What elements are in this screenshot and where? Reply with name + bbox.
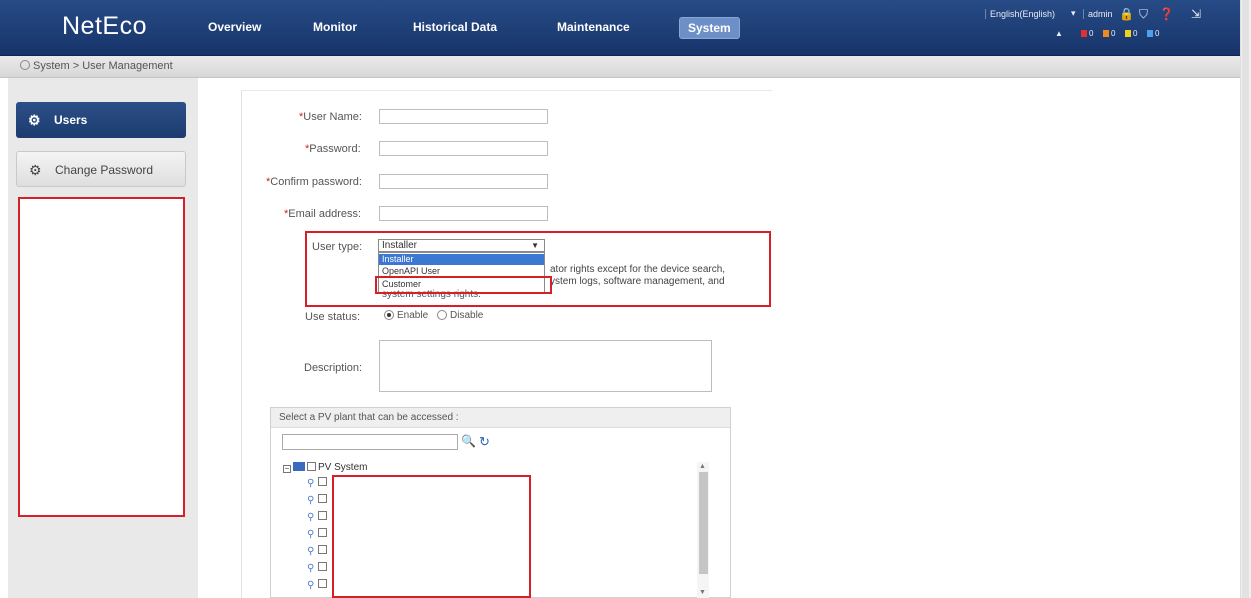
checkbox-icon[interactable] [318,511,327,520]
help-icon[interactable]: ❓ [1159,7,1174,21]
page-scroll-thumb[interactable] [1242,0,1249,598]
nav-overview[interactable]: Overview [208,20,261,34]
pv-plant-selector-header: Select a PV plant that can be accessed : [271,408,730,428]
neteco-logo: NetEco [62,12,147,40]
scroll-up-icon[interactable]: ▲ [699,463,706,470]
nav-monitor[interactable]: Monitor [313,20,357,34]
description-label: Description: [304,362,363,374]
search-icon[interactable]: 🔍 [461,434,476,448]
use-status-label: Use status: [305,311,361,323]
tree-node-plant[interactable]: ⚲ [307,562,329,574]
description-textarea[interactable] [379,340,712,392]
confirm-password-input[interactable] [379,174,548,189]
scroll-down-icon[interactable]: ▼ [699,589,706,596]
plant-icon: ⚲ [307,580,315,591]
sidebar-item-change-password[interactable]: ⚙ Change Password [16,151,186,187]
refresh-icon[interactable]: ↻ [479,434,490,450]
nav-maintenance[interactable]: Maintenance [557,20,630,34]
alarm-minor[interactable]: 0 [1125,29,1137,38]
breadcrumb: System > User Management [20,60,173,72]
home-icon [20,60,30,70]
critical-alarm-icon [1081,30,1087,38]
tree-node-plant[interactable]: ⚲ [307,545,329,557]
checkbox-icon[interactable] [318,494,327,503]
radio-off-icon [437,310,447,320]
plant-icon: ⚲ [307,495,315,506]
current-user[interactable]: admin [1083,9,1113,19]
status-enable-radio[interactable]: Enable [384,310,428,321]
checkbox-icon[interactable] [318,528,327,537]
folder-icon [293,462,305,471]
sidebar-item-label: Users [54,113,88,127]
confirm-password-label: *Confirm password: [266,176,362,188]
checkbox-icon[interactable] [318,579,327,588]
sidebar-item-users[interactable]: ⚙ Users [16,102,186,138]
alarm-warning[interactable]: 0 [1147,29,1159,38]
annotation-box-user-type [305,231,771,307]
checkbox-icon[interactable] [318,477,327,486]
user-name-input[interactable] [379,109,548,124]
shield-icon[interactable]: ⛉ [1139,7,1148,22]
radio-on-icon [384,310,394,320]
alarm-major[interactable]: 0 [1103,29,1115,38]
tree-node-plant[interactable]: ⚲ [307,494,329,506]
alarm-critical[interactable]: 0 [1081,29,1093,38]
lock-icon[interactable]: 🔒 [1119,7,1134,21]
email-label: *Email address: [284,208,362,220]
major-alarm-icon [1103,30,1109,38]
gear-icon: ⚙ [29,162,42,178]
plant-icon: ⚲ [307,546,315,557]
language-caret-icon[interactable]: ▾ [1071,8,1076,19]
tree-root-pv-system[interactable]: − PV System [283,462,367,473]
collapse-icon[interactable]: − [283,465,291,473]
alarm-user-icon: ▲ [1055,29,1063,38]
tree-node-plant[interactable]: ⚲ [307,528,329,540]
plant-search-input[interactable] [282,434,458,450]
top-header: NetEco Overview Monitor Historical Data … [0,0,1251,56]
annotation-box-plants [332,475,531,598]
plant-icon: ⚲ [307,478,315,489]
nav-system[interactable]: System [679,17,740,39]
breadcrumb-bar: System > User Management [0,56,1251,78]
sidebar-item-label: Change Password [55,163,154,177]
password-label: *Password: [305,143,361,155]
annotation-box-sidebar [18,197,185,517]
plant-icon: ⚲ [307,529,315,540]
tree-node-plant[interactable]: ⚲ [307,511,329,523]
annotation-box-customer [375,276,552,294]
logout-icon[interactable]: ⇲ [1191,7,1201,21]
user-name-label: *User Name: [299,111,362,123]
pv-plant-selector-title: Select a PV plant that can be accessed : [279,412,459,423]
plant-icon: ⚲ [307,563,315,574]
checkbox-icon[interactable] [318,562,327,571]
plant-icon: ⚲ [307,512,315,523]
warning-alarm-icon [1147,30,1153,38]
tree-node-plant[interactable]: ⚲ [307,579,329,591]
gear-icon: ⚙ [28,112,41,128]
status-disable-radio[interactable]: Disable [437,310,483,321]
checkbox-icon[interactable] [318,545,327,554]
password-input[interactable] [379,141,548,156]
tree-node-plant[interactable]: ⚲ [307,477,329,489]
language-selector[interactable]: English(English) [985,9,1055,19]
tree-scroll-thumb[interactable] [699,472,708,574]
header-toolbar: English(English) ▾ admin 🔒 ⛉ ❓ ⇲ ▲ 0 0 0… [961,4,1251,52]
nav-historical-data[interactable]: Historical Data [413,20,497,34]
email-input[interactable] [379,206,548,221]
checkbox-icon[interactable] [307,462,316,471]
minor-alarm-icon [1125,30,1131,38]
